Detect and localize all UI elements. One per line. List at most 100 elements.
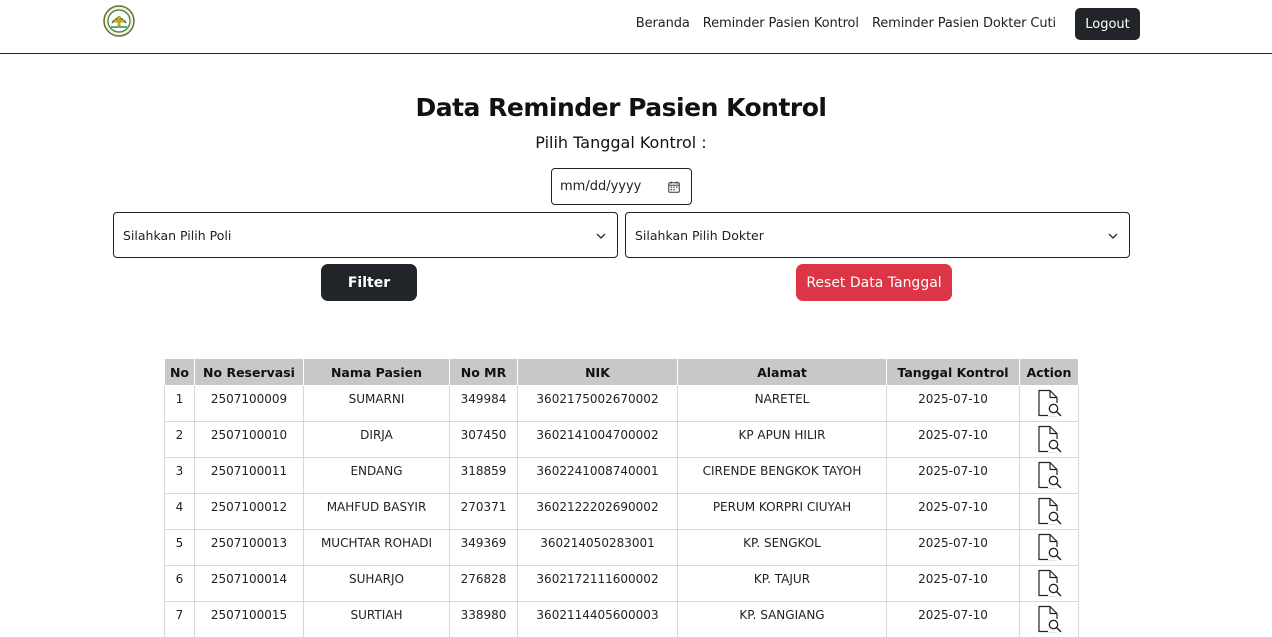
reset-date-button[interactable]: Reset Data Tanggal [796,264,952,301]
document-search-icon[interactable] [1035,533,1063,561]
cell-action[interactable] [1019,385,1079,422]
date-label: Pilih Tanggal Kontrol : [535,133,707,152]
cell-alamat: NARETEL [677,385,887,422]
navbar: Beranda Reminder Pasien Kontrol Reminder… [0,0,1272,54]
header-tanggal-kontrol: Tanggal Kontrol [886,358,1020,386]
table-body: 1 2507100009 SUMARNI 349984 360217500267… [164,385,1079,637]
cell-nik: 360214050283001 [517,529,678,566]
date-input[interactable]: mm/dd/yyyy [551,168,692,205]
cell-nik: 3602172111600002 [517,565,678,602]
document-search-icon[interactable] [1035,497,1063,525]
date-placeholder: mm/dd/yyyy [560,179,642,194]
cell-tanggal-kontrol: 2025-07-10 [886,385,1020,422]
header-no: No [164,358,195,386]
cell-no: 3 [164,457,195,494]
poli-select-value: Silahkan Pilih Poli [123,228,232,243]
cell-action[interactable] [1019,565,1079,602]
dokter-select-value: Silahkan Pilih Dokter [635,228,764,243]
cell-action[interactable] [1019,457,1079,494]
cell-nama-pasien: MUCHTAR ROHADI [303,529,450,566]
chevron-down-icon [1108,233,1118,239]
cell-no: 5 [164,529,195,566]
cell-nama-pasien: ENDANG [303,457,450,494]
cell-action[interactable] [1019,493,1079,530]
cell-no: 6 [164,565,195,602]
table-row: 5 2507100013 MUCHTAR ROHADI 349369 36021… [164,529,1079,566]
cell-nik: 3602141004700002 [517,421,678,458]
cell-nama-pasien: DIRJA [303,421,450,458]
cell-tanggal-kontrol: 2025-07-10 [886,601,1020,637]
header-no-reservasi: No Reservasi [194,358,304,386]
cell-tanggal-kontrol: 2025-07-10 [886,565,1020,602]
header-nik: NIK [517,358,678,386]
cell-nik: 3602175002670002 [517,385,678,422]
cell-no-mr: 349369 [449,529,518,566]
cell-nama-pasien: MAHFUD BASYIR [303,493,450,530]
cell-no-reservasi: 2507100011 [194,457,304,494]
filter-button[interactable]: Filter [321,264,417,301]
nav-link-reminder-pasien-kontrol[interactable]: Reminder Pasien Kontrol [703,16,859,31]
cell-no-reservasi: 2507100012 [194,493,304,530]
cell-alamat: KP. SENGKOL [677,529,887,566]
nav-link-reminder-pasien-dokter-cuti[interactable]: Reminder Pasien Dokter Cuti [872,16,1056,31]
cell-nama-pasien: SUHARJO [303,565,450,602]
document-search-icon[interactable] [1035,605,1063,633]
document-search-icon[interactable] [1035,569,1063,597]
cell-no-mr: 270371 [449,493,518,530]
cell-alamat: KP. SANGIANG [677,601,887,637]
cell-no-reservasi: 2507100014 [194,565,304,602]
page-title: Data Reminder Pasien Kontrol [415,93,827,122]
cell-nik: 3602114405600003 [517,601,678,637]
table-row: 2 2507100010 DIRJA 307450 36021410047000… [164,421,1079,458]
header-no-mr: No MR [449,358,518,386]
cell-no-mr: 307450 [449,421,518,458]
header-alamat: Alamat [677,358,887,386]
cell-alamat: CIRENDE BENGKOK TAYOH [677,457,887,494]
cell-alamat: KP APUN HILIR [677,421,887,458]
cell-no-mr: 349984 [449,385,518,422]
cell-action[interactable] [1019,601,1079,637]
reminder-table: No No Reservasi Nama Pasien No MR NIK Al… [164,358,1079,637]
cell-no-mr: 318859 [449,457,518,494]
nav-link-beranda[interactable]: Beranda [636,16,690,31]
cell-tanggal-kontrol: 2025-07-10 [886,421,1020,458]
cell-no: 4 [164,493,195,530]
cell-no-mr: 276828 [449,565,518,602]
dokter-select[interactable]: Silahkan Pilih Dokter [625,212,1130,258]
cell-nama-pasien: SURTIAH [303,601,450,637]
cell-tanggal-kontrol: 2025-07-10 [886,493,1020,530]
document-search-icon[interactable] [1035,389,1063,417]
cell-action[interactable] [1019,421,1079,458]
cell-no-reservasi: 2507100009 [194,385,304,422]
header-action: Action [1019,358,1079,386]
cell-tanggal-kontrol: 2025-07-10 [886,457,1020,494]
table-row: 3 2507100011 ENDANG 318859 3602241008740… [164,457,1079,494]
cell-nik: 3602241008740001 [517,457,678,494]
hospital-logo[interactable] [103,5,135,37]
cell-no-reservasi: 2507100013 [194,529,304,566]
cell-nama-pasien: SUMARNI [303,385,450,422]
logout-button[interactable]: Logout [1075,8,1140,40]
header-nama-pasien: Nama Pasien [303,358,450,386]
cell-no: 2 [164,421,195,458]
cell-no-reservasi: 2507100010 [194,421,304,458]
cell-no-reservasi: 2507100015 [194,601,304,637]
table-row: 1 2507100009 SUMARNI 349984 360217500267… [164,385,1079,422]
cell-no-mr: 338980 [449,601,518,637]
document-search-icon[interactable] [1035,461,1063,489]
cell-alamat: PERUM KORPRI CIUYAH [677,493,887,530]
cell-nik: 3602122202690002 [517,493,678,530]
table-row: 6 2507100014 SUHARJO 276828 360217211160… [164,565,1079,602]
poli-select[interactable]: Silahkan Pilih Poli [113,212,618,258]
cell-action[interactable] [1019,529,1079,566]
table-header-row: No No Reservasi Nama Pasien No MR NIK Al… [164,358,1079,386]
chevron-down-icon [596,233,606,239]
cell-tanggal-kontrol: 2025-07-10 [886,529,1020,566]
table-row: 4 2507100012 MAHFUD BASYIR 270371 360212… [164,493,1079,530]
cell-no: 1 [164,385,195,422]
document-search-icon[interactable] [1035,425,1063,453]
table-row: 7 2507100015 SURTIAH 338980 360211440560… [164,601,1079,637]
cell-no: 7 [164,601,195,637]
cell-alamat: KP. TAJUR [677,565,887,602]
calendar-icon[interactable] [668,181,680,193]
